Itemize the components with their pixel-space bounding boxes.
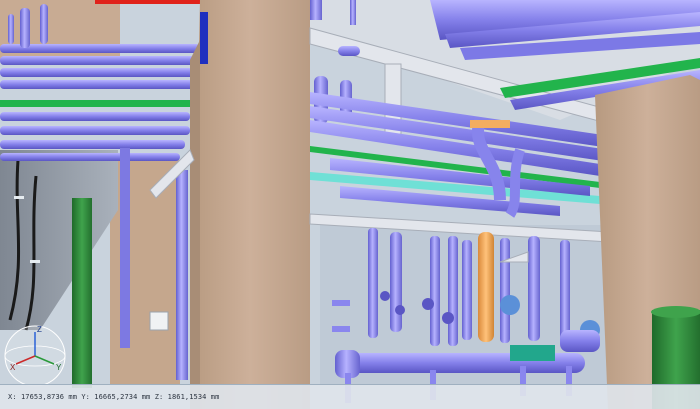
plant-3d-scene[interactable] <box>0 0 700 409</box>
hose-clamp <box>14 196 24 199</box>
gizmo-z-label: Z <box>37 325 42 334</box>
gizmo-y-label: Y <box>56 363 62 372</box>
green-tank-top <box>651 306 700 318</box>
gizmo-x-label: X <box>10 363 16 372</box>
coordinate-bar: X: 17653,8736 mm Y: 16665,2734 mm Z: 186… <box>0 384 700 409</box>
hose-clamp <box>30 260 40 263</box>
coordinate-readout: X: 17653,8736 mm Y: 16665,2734 mm Z: 186… <box>8 393 220 401</box>
blue-panel <box>200 12 208 64</box>
column-main-side <box>190 40 200 409</box>
3d-viewport[interactable]: Z X Y X: 17653,8736 mm Y: 16665,2734 mm … <box>0 0 700 409</box>
wall-fixture <box>149 311 169 331</box>
orientation-gizmo[interactable]: Z X Y <box>2 318 72 388</box>
green-vertical-pipe <box>72 198 92 388</box>
